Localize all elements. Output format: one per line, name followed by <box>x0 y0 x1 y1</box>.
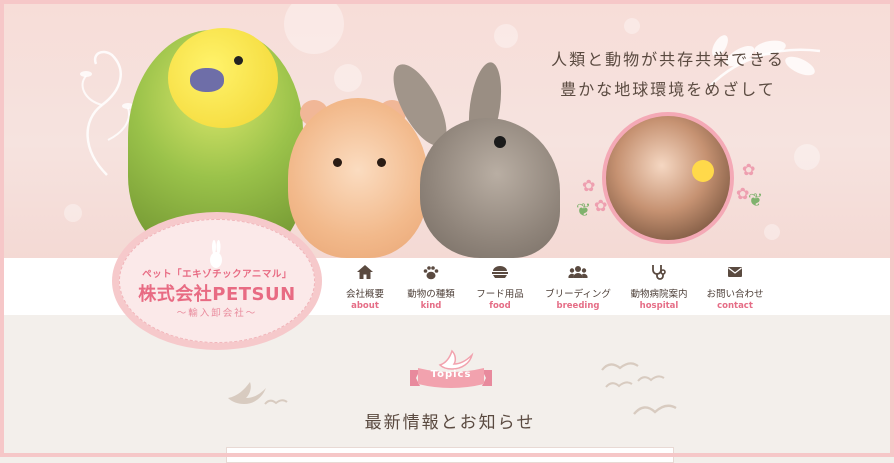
nav-label: お問い合わせ <box>706 289 764 300</box>
site-logo[interactable]: ペット「エキゾチックアニマル」 株式会社PETSUN ～輸入卸会社～ <box>112 212 322 350</box>
logo-tagline: ペット「エキゾチックアニマル」 <box>142 269 292 280</box>
tagline-line-2: 豊かな地球環境をめざして <box>560 80 776 99</box>
group-icon <box>568 266 588 278</box>
girl-with-chick-photo <box>602 112 734 244</box>
nav-item-food[interactable]: フード用品 food <box>457 263 543 311</box>
home-icon <box>357 265 373 279</box>
nav-label: ブリーディング <box>545 289 611 300</box>
leaf-icon: ❦ <box>576 200 592 221</box>
rabbit-eye <box>494 136 506 148</box>
food-bowl-icon <box>492 266 508 278</box>
rabbit-image <box>420 118 560 258</box>
bird-silhouette-icon <box>264 399 288 405</box>
paw-icon <box>423 266 439 280</box>
bird-silhouette-icon <box>637 375 665 382</box>
mail-icon <box>728 267 742 277</box>
nav-item-contact[interactable]: お問い合わせ contact <box>692 263 778 311</box>
tagline-line-1: 人類と動物が共存共栄できる <box>551 50 785 69</box>
news-list <box>226 447 674 463</box>
parakeet-beak <box>190 68 224 92</box>
bird-silhouette-icon <box>228 382 266 404</box>
logo-subtitle: ～輸入卸会社～ <box>176 308 258 319</box>
nav-sublabel: hospital <box>639 301 679 311</box>
chick-image <box>692 160 714 182</box>
hero-tagline: 人類と動物が共存共栄できる 豊かな地球環境をめざして <box>548 45 788 105</box>
hamster-eye-right <box>377 158 386 167</box>
nav-sublabel: contact <box>717 301 753 311</box>
nav-item-hospital[interactable]: 動物病院案内 hospital <box>616 263 702 311</box>
nav-sublabel: food <box>489 301 511 311</box>
nav-label: 動物病院案内 <box>630 289 688 300</box>
hamster-eye-left <box>333 158 342 167</box>
nav-item-breeding[interactable]: ブリーディング breeding <box>535 263 621 311</box>
bird-silhouette-icon <box>633 404 677 415</box>
bird-silhouette-icon <box>605 381 633 388</box>
topics-heading: 最新情報とお知らせ <box>364 413 536 433</box>
parakeet-eye <box>234 56 243 65</box>
logo-company-name: 株式会社PETSUN <box>138 284 296 305</box>
stethoscope-icon <box>652 265 666 280</box>
nav-sublabel: breeding <box>556 301 600 311</box>
flower-icon: ✿ <box>594 196 608 215</box>
nav-label: フード用品 <box>476 289 524 300</box>
topics-ribbon-label: Topics <box>430 369 472 380</box>
leaf-icon: ❦ <box>748 190 764 211</box>
bird-silhouette-icon <box>601 362 639 371</box>
flower-icon: ✿ <box>582 176 596 195</box>
flower-icon: ✿ <box>742 160 756 179</box>
